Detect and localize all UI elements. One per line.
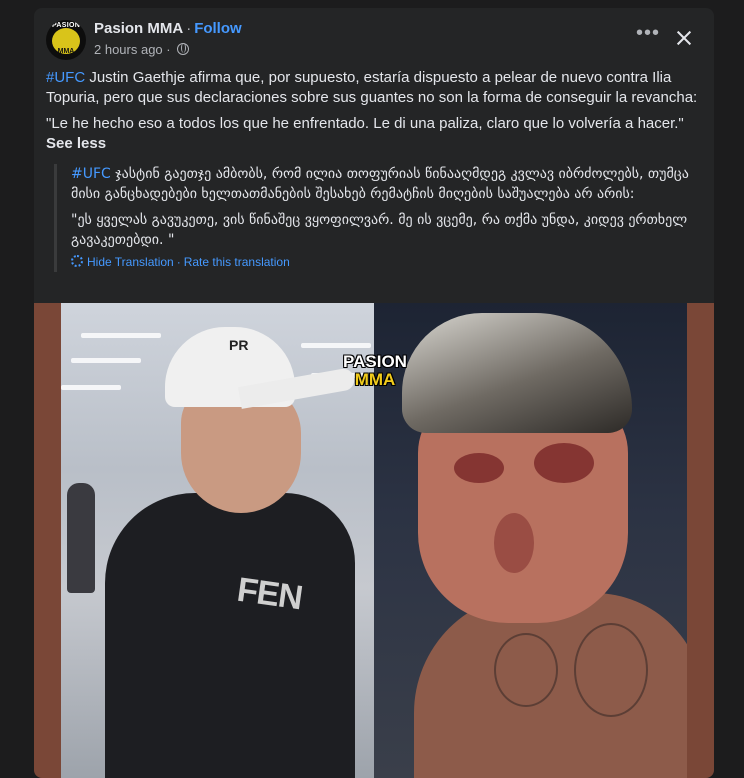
more-options-button[interactable]: •••: [630, 23, 666, 50]
post-body-text: Justin Gaethje afirma que, por supuesto,…: [46, 69, 698, 106]
photo-left-airport: PR FEN: [61, 303, 374, 778]
more-horizontal-icon: •••: [635, 22, 660, 44]
pasion-mma-watermark: PASION MMA: [339, 353, 411, 393]
logo-line-2: MMA: [354, 370, 396, 389]
hoodie-shape: [105, 493, 355, 778]
translation-paragraph-1: #UFC ჯასტინ გაეთჯე ამბობს, რომ ილია თოფუ…: [71, 164, 711, 204]
post-paragraph-1: #UFC Justin Gaethje afirma que, por supu…: [46, 68, 702, 108]
post-header: PASION MMA Pasion MMA · Follow 2 hours ago…: [34, 8, 714, 68]
cap-text: PR: [229, 337, 249, 353]
tattoo-shape: [574, 623, 648, 717]
post-card: PASION MMA Pasion MMA · Follow 2 hours ago…: [34, 8, 714, 778]
post-timestamp[interactable]: 2 hours ago: [94, 42, 163, 57]
post-image[interactable]: PR FEN PASION MMA: [34, 303, 714, 778]
tattoo-shape: [494, 633, 558, 707]
page-avatar[interactable]: PASION MMA: [46, 20, 86, 60]
translation-body-text: ჯასტინ გაეთჯე ამბობს, რომ ილია თოფურიას …: [71, 166, 689, 202]
avatar-text-top: PASION: [51, 22, 81, 29]
translate-gear-icon: [71, 255, 83, 267]
follow-button[interactable]: Follow: [194, 20, 242, 37]
ceiling-light: [301, 343, 371, 348]
background-person: [67, 483, 95, 593]
post-paragraph-2: "Le he hecho eso a todos los que he enfr…: [46, 114, 702, 154]
bruise-shape: [454, 453, 504, 483]
hide-translation-link[interactable]: Hide Translation: [87, 255, 174, 269]
post-meta: 2 hours ago ·: [94, 42, 190, 57]
ceiling-light: [81, 333, 161, 338]
post-text: #UFC Justin Gaethje afirma que, por supu…: [46, 68, 702, 154]
translation-quote: "ეს ყველას გავუკეთე, ვის წინაშეც ვყოფილვ…: [71, 212, 688, 248]
post-quote: "Le he hecho eso a todos los que he enfr…: [46, 115, 684, 132]
bruise-shape: [534, 443, 594, 483]
photo-right-fighter: [374, 303, 687, 778]
see-less-link[interactable]: See less: [46, 135, 106, 152]
avatar-text-bottom: MMA: [57, 48, 75, 55]
bruise-shape: [494, 513, 534, 573]
hair-shape: [402, 313, 632, 433]
close-icon[interactable]: [670, 24, 698, 52]
ceiling-light: [71, 358, 141, 363]
page-name-link[interactable]: Pasion MMA: [94, 20, 183, 37]
logo-line-1: PASION: [343, 352, 407, 371]
translation-hashtag-link[interactable]: #UFC: [71, 166, 111, 182]
translation-separator: ·: [176, 255, 181, 269]
ceiling-light: [61, 385, 121, 390]
translation-actions: Hide Translation · Rate this translation: [71, 252, 711, 272]
name-row: Pasion MMA · Follow: [94, 20, 242, 37]
translation-block: #UFC ჯასტინ გაეთჯე ამბობს, რომ ილია თოფუ…: [54, 164, 711, 272]
globe-icon: [177, 43, 190, 55]
timestamp-separator: ·: [166, 42, 171, 57]
hashtag-link[interactable]: #UFC: [46, 69, 85, 86]
name-separator: ·: [186, 20, 192, 37]
rate-translation-link[interactable]: Rate this translation: [184, 255, 290, 269]
